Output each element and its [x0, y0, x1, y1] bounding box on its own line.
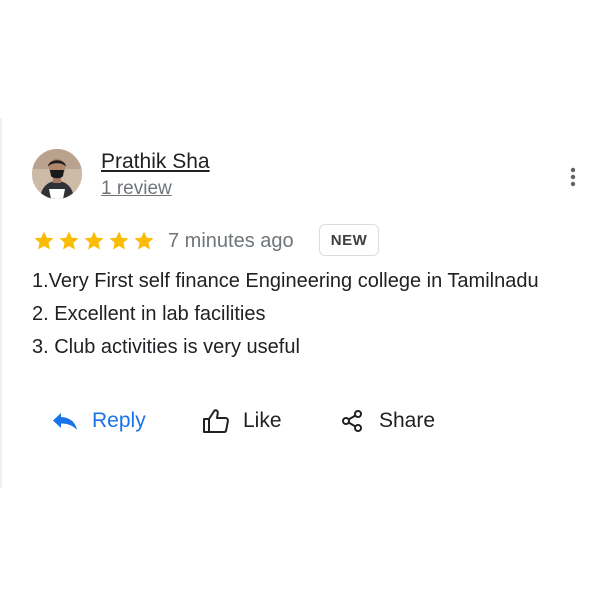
reply-arrow-icon: [53, 413, 77, 430]
reply-button[interactable]: Reply: [52, 404, 146, 438]
new-badge: NEW: [319, 224, 379, 256]
share-button[interactable]: Share: [340, 404, 435, 438]
avatar-photo: [32, 149, 82, 199]
star-icon: [84, 231, 104, 250]
more-options-button[interactable]: [560, 162, 586, 192]
reply-label: Reply: [92, 409, 146, 432]
review-text-line: 2. Excellent in lab facilities: [32, 303, 266, 325]
reviewer-avatar[interactable]: [32, 149, 82, 199]
reviewer-name[interactable]: Prathik Sha: [101, 150, 210, 174]
review-text-line: 1.Very First self finance Engineering co…: [32, 270, 539, 292]
share-label: Share: [379, 409, 436, 432]
like-button[interactable]: Like: [202, 404, 282, 438]
review-text: 1.Very First self finance Engineering co…: [32, 265, 598, 364]
star-icon: [34, 231, 54, 250]
review-actions: Reply Like Share: [0, 404, 600, 438]
like-label: Like: [243, 409, 282, 432]
review-count-link[interactable]: 1 review: [101, 178, 172, 200]
share-nodes-icon: [342, 410, 362, 432]
review-text-line: 3. Club activities is very useful: [32, 336, 300, 358]
more-vert-icon: [570, 167, 576, 187]
star-icon: [134, 231, 154, 250]
star-icon: [59, 231, 79, 250]
review-time: 7 minutes ago: [168, 230, 294, 252]
star-rating: [32, 229, 156, 253]
star-icon: [109, 231, 129, 250]
thumb-up-outline-icon: [203, 409, 229, 433]
